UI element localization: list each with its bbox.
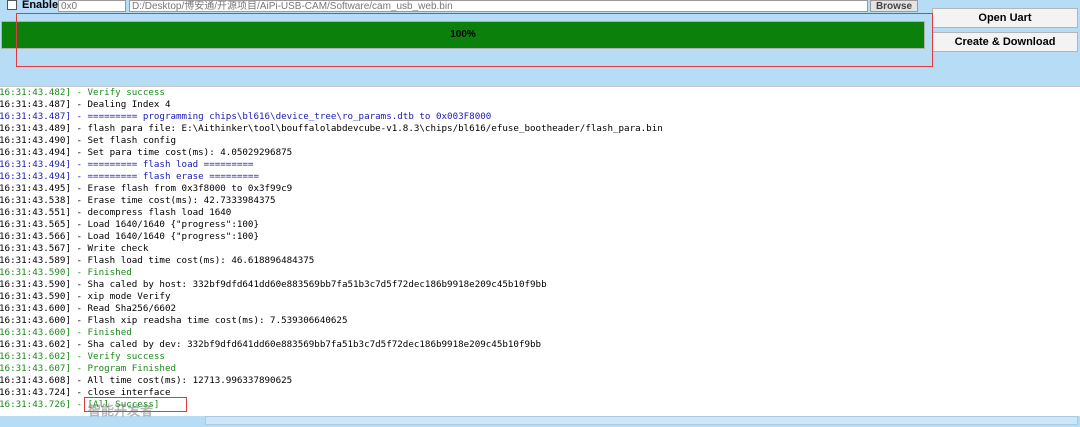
log-line: 16:31:43.602] - Sha caled by dev: 332bf9… [0,339,542,350]
enable-label: Enable [22,0,59,11]
log-line: 16:31:43.600] - Finished [0,327,132,338]
address-input[interactable]: 0x0 [58,0,126,12]
log-line: 16:31:43.495] - Erase flash from 0x3f800… [0,183,293,194]
log-line: 16:31:43.489] - flash para file: E:\Aith… [0,123,663,134]
open-uart-button[interactable]: Open Uart [932,8,1078,28]
enable-checkbox[interactable] [7,0,17,10]
log-line: 16:31:43.607] - Program Finished [0,363,177,374]
horizontal-scrollbar[interactable] [205,416,1078,425]
file-path-input[interactable]: D:/Desktop/博安通/开源项目/AiPi-USB-CAM/Softwar… [129,0,868,12]
log-line: 16:31:43.567] - Write check [0,243,149,254]
log-line: 16:31:43.608] - All time cost(ms): 12713… [0,375,293,386]
log-line: 16:31:43.494] - ========= flash load ===… [0,159,254,170]
log-line: 16:31:43.600] - Read Sha256/6602 [0,303,177,314]
log-line: 16:31:43.551] - decompress flash load 16… [0,207,232,218]
watermark-logo: 智能开发者 [88,404,154,419]
log-line: 16:31:43.589] - Flash load time cost(ms)… [0,255,315,266]
log-line: 16:31:43.490] - Set flash config [0,135,177,146]
log-panel[interactable]: 16:31:43.482] - Verify success 16:31:43.4… [0,86,1080,417]
log-lines: 16:31:43.482] - Verify success 16:31:43.4… [0,87,663,411]
log-line: 16:31:43.487] - ========= programming ch… [0,111,492,122]
create-download-button[interactable]: Create & Download [932,32,1078,52]
log-line: 16:31:43.538] - Erase time cost(ms): 42.… [0,195,276,206]
log-line: 16:31:43.482] - Verify success [0,87,165,98]
log-line: 16:31:43.565] - Load 1640/1640 {"progres… [0,219,259,230]
log-line: 16:31:43.494] - Set para time cost(ms): … [0,147,293,158]
log-line: 16:31:43.602] - Verify success [0,351,165,362]
browse-button[interactable]: Browse [870,0,918,12]
log-line: 16:31:43.600] - Flash xip readsha time c… [0,315,348,326]
log-line: 16:31:43.494] - ========= flash erase ==… [0,171,259,182]
log-line: 16:31:43.566] - Load 1640/1640 {"progres… [0,231,259,242]
firmware-row: Enable 0x0 D:/Desktop/博安通/开源项目/AiPi-USB-… [0,0,1080,12]
log-line: 16:31:43.590] - xip mode Verify [0,291,171,302]
log-line: 16:31:43.590] - Finished [0,267,132,278]
progress-bar: 100% [1,21,925,49]
log-line: 16:31:43.724] - close interface [0,387,171,398]
log-line: 16:31:43.590] - Sha caled by host: 332bf… [0,279,547,290]
log-line: 16:31:43.487] - Dealing Index 4 [0,99,171,110]
progress-label: 100% [450,29,476,40]
